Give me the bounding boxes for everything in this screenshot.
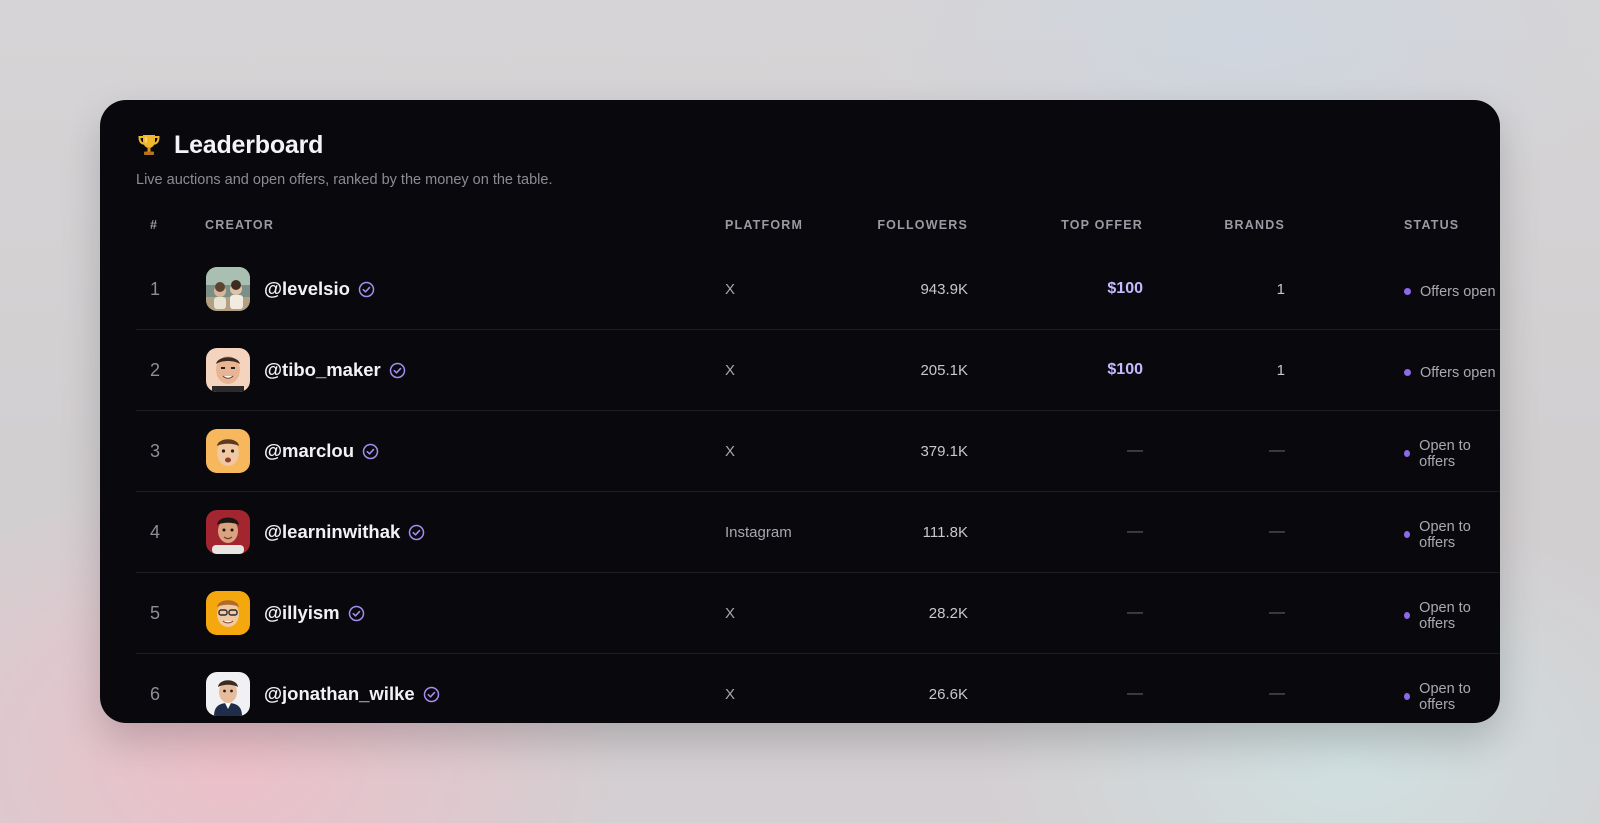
column-header-followers[interactable]: FOLLOWERS (877, 218, 968, 232)
creator-handle[interactable]: @learninwithak (264, 521, 400, 543)
column-header-rank[interactable]: # (150, 218, 158, 232)
creator-cell[interactable]: @illyism (206, 573, 365, 653)
rank-number: 6 (150, 683, 161, 704)
creator-cell[interactable]: @marclou (206, 411, 379, 491)
verified-badge-icon (408, 524, 425, 541)
column-header-creator[interactable]: CREATOR (205, 218, 274, 232)
avatar[interactable] (206, 510, 250, 554)
status-label: Offers open (1420, 283, 1496, 300)
brands-count: — (1269, 523, 1285, 540)
creator-handle[interactable]: @illyism (264, 602, 340, 624)
platform: X (725, 685, 736, 703)
status-label: Open to offers (1419, 518, 1471, 551)
creator-handle[interactable]: @jonathan_wilke (264, 683, 415, 705)
followers-count: 205.1K (920, 361, 968, 379)
top-offer: — (1127, 442, 1143, 459)
avatar[interactable] (206, 429, 250, 473)
leaderboard-card: Leaderboard Live auctions and open offer… (100, 100, 1500, 723)
title-row: Leaderboard (136, 128, 553, 162)
status-dot-icon (1404, 612, 1411, 619)
avatar[interactable] (206, 591, 250, 635)
status-dot-icon (1404, 693, 1411, 700)
status-label: Open to offers (1419, 437, 1471, 470)
top-offer: — (1127, 604, 1143, 621)
rank-number: 3 (150, 440, 161, 461)
status-badge: Open to offers (1404, 492, 1500, 572)
status-badge: Open to offers (1404, 411, 1500, 491)
status-label: Open to offers (1419, 680, 1471, 713)
column-header-platform[interactable]: PLATFORM (725, 218, 803, 232)
verified-badge-icon (362, 443, 379, 460)
platform: X (725, 280, 736, 298)
followers-count: 28.2K (928, 604, 968, 622)
status-badge: Offers open (1404, 330, 1496, 410)
followers-count: 26.6K (928, 685, 968, 703)
trophy-icon (136, 132, 162, 158)
table-row[interactable]: 3 @marclou X 379.1K — — Open to offers (136, 411, 1500, 492)
platform: X (725, 442, 736, 460)
followers-count: 111.8K (922, 523, 968, 541)
column-header-brands[interactable]: BRANDS (1224, 218, 1285, 232)
creator-handle[interactable]: @levelsio (264, 278, 350, 300)
brands-count: — (1269, 604, 1285, 621)
rank-number: 2 (150, 359, 161, 380)
status-badge: Open to offers (1404, 654, 1500, 723)
avatar[interactable] (206, 348, 250, 392)
status-dot-icon (1404, 531, 1411, 538)
brands-count: — (1269, 442, 1285, 459)
followers-count: 379.1K (920, 442, 968, 460)
leaderboard-header: Leaderboard Live auctions and open offer… (136, 128, 553, 189)
creator-cell[interactable]: @jonathan_wilke (206, 654, 440, 723)
brands-count: — (1269, 685, 1285, 702)
status-badge: Offers open (1404, 249, 1496, 329)
column-header-status[interactable]: STATUS (1404, 218, 1459, 232)
creator-cell[interactable]: @tibo_maker (206, 330, 406, 410)
table-row[interactable]: 4 @learninwithak Instagram 111.8K — — Op… (136, 492, 1500, 573)
avatar[interactable] (206, 267, 250, 311)
page-subtitle: Live auctions and open offers, ranked by… (136, 172, 553, 188)
rank-number: 4 (150, 521, 161, 542)
creator-cell[interactable]: @learninwithak (206, 492, 425, 572)
top-offer: — (1127, 523, 1143, 540)
followers-count: 943.9K (920, 280, 968, 298)
top-offer: $100 (1107, 361, 1143, 378)
platform: Instagram (725, 523, 792, 541)
table-row[interactable]: 5 @illyism X 28.2K — — Open to offers (136, 573, 1500, 654)
rank-number: 1 (150, 278, 161, 299)
status-dot-icon (1404, 369, 1411, 376)
rank-number: 5 (150, 602, 161, 623)
top-offer: $100 (1107, 280, 1143, 297)
verified-badge-icon (358, 281, 375, 298)
page-title: Leaderboard (174, 130, 324, 159)
table-row[interactable]: 1 @levelsio X 943.9K $100 1 Offers open (136, 249, 1500, 330)
status-dot-icon (1404, 288, 1411, 295)
creator-handle[interactable]: @tibo_maker (264, 359, 381, 381)
platform: X (725, 604, 736, 622)
top-offer: — (1127, 685, 1143, 702)
brands-count: 1 (1276, 361, 1285, 379)
table-row[interactable]: 6 @jonathan_wilke X 26.6K — — Open to of… (136, 654, 1500, 723)
brands-count: 1 (1276, 280, 1285, 298)
verified-badge-icon (348, 605, 365, 622)
verified-badge-icon (423, 686, 440, 703)
verified-badge-icon (389, 362, 406, 379)
table-row[interactable]: 2 @tibo_maker X 205.1K $100 1 Offers ope… (136, 330, 1500, 411)
avatar[interactable] (206, 672, 250, 716)
status-dot-icon (1404, 450, 1411, 457)
platform: X (725, 361, 736, 379)
status-label: Offers open (1420, 364, 1496, 381)
status-label: Open to offers (1419, 599, 1471, 632)
status-badge: Open to offers (1404, 573, 1500, 653)
creator-cell[interactable]: @levelsio (206, 249, 375, 329)
column-header-top-offer[interactable]: TOP OFFER (1061, 218, 1143, 232)
creator-handle[interactable]: @marclou (264, 440, 354, 462)
